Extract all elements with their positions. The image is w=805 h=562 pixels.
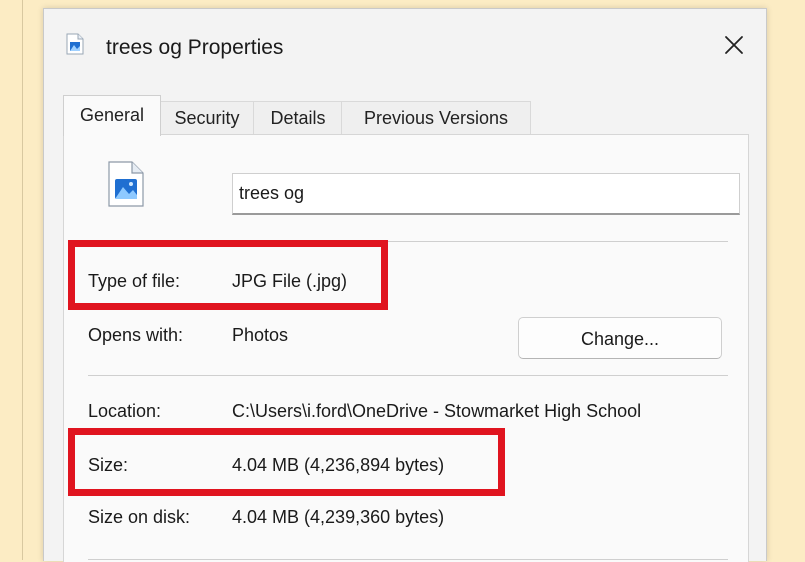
background-window-edge	[14, 0, 23, 560]
general-panel: Type of file: JPG File (.jpg) Opens with…	[63, 134, 749, 562]
title-bar: trees og Properties	[44, 9, 766, 81]
dialog-title: trees og Properties	[106, 36, 284, 59]
change-button[interactable]: Change...	[518, 317, 722, 359]
tab-previous-versions[interactable]: Previous Versions	[341, 101, 531, 134]
size-on-disk-value: 4.04 MB (4,239,360 bytes)	[232, 507, 445, 527]
highlight-box-size	[68, 428, 505, 496]
size-on-disk-label: Size on disk:	[88, 507, 191, 527]
opens-with-label: Opens with:	[88, 325, 184, 345]
opens-with-value: Photos	[232, 325, 289, 345]
image-file-icon	[108, 161, 144, 207]
divider	[88, 375, 728, 376]
location-value: C:\Users\i.ford\OneDrive - Stowmarket Hi…	[232, 401, 642, 421]
image-file-icon	[66, 33, 84, 55]
location-label: Location:	[88, 401, 162, 421]
tab-details[interactable]: Details	[253, 101, 343, 134]
file-name-field[interactable]	[232, 173, 740, 215]
highlight-box-type-of-file	[68, 240, 388, 310]
tab-security[interactable]: Security	[159, 101, 255, 134]
tab-general[interactable]: General	[63, 95, 161, 136]
close-icon[interactable]	[720, 31, 748, 59]
